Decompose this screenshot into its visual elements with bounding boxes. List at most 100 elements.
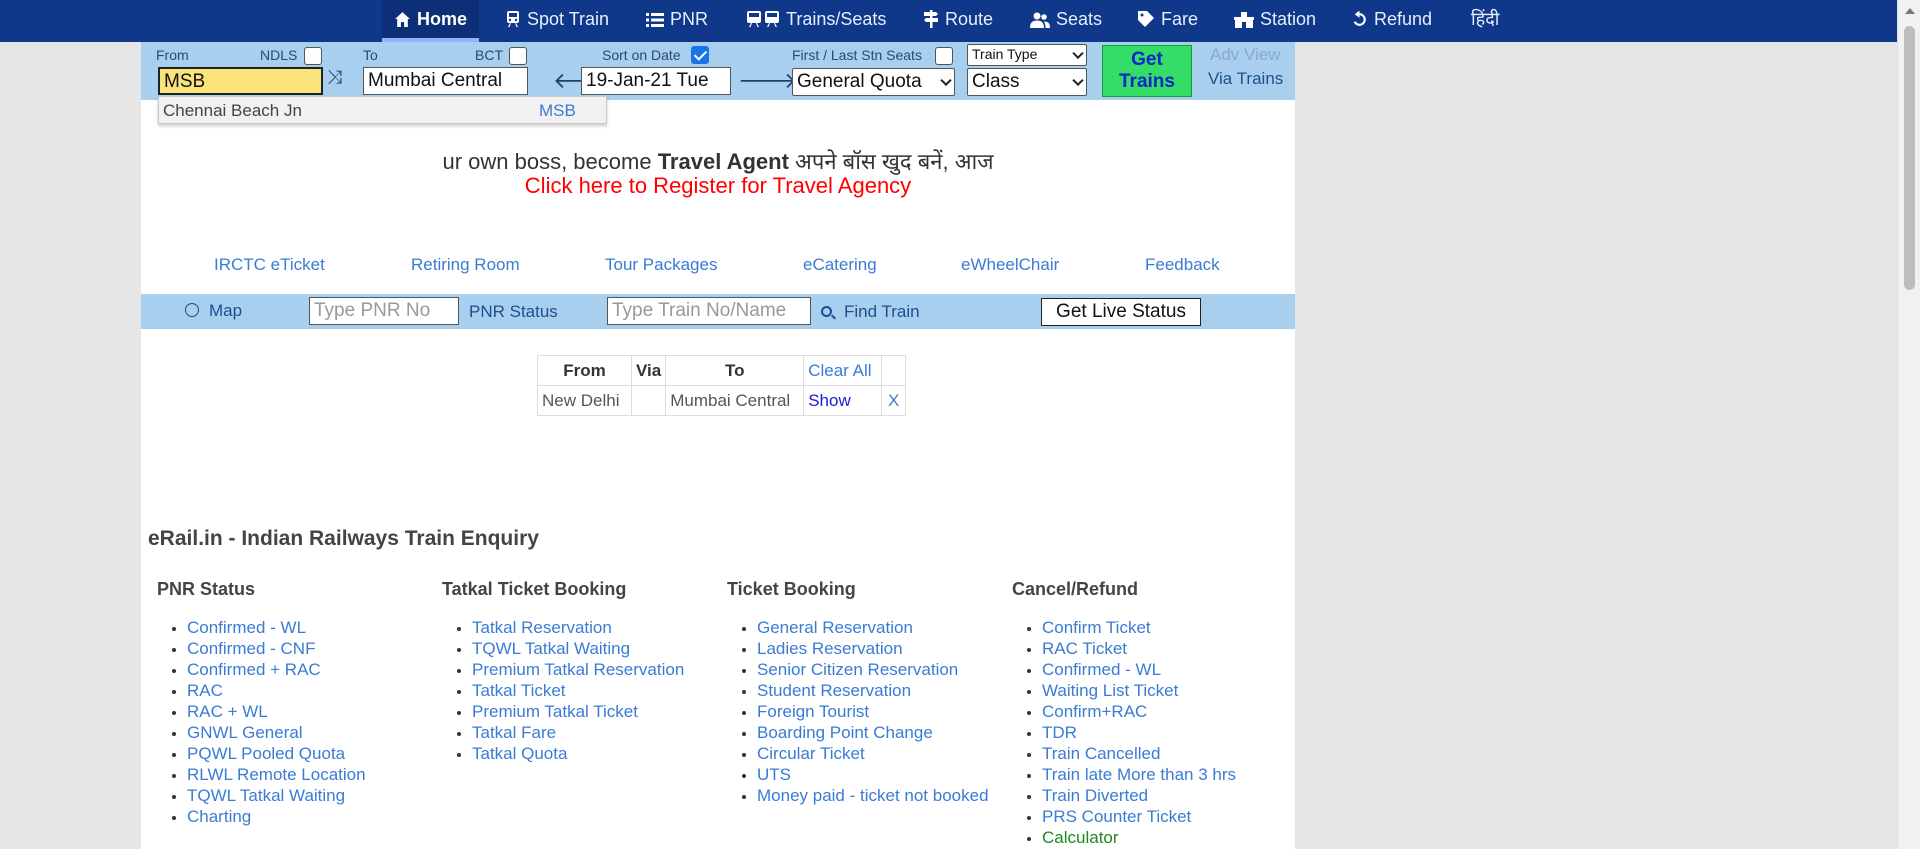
swap-stations-icon[interactable]: ⤨ bbox=[327, 67, 342, 89]
train-type-select[interactable]: Train Type bbox=[967, 44, 1087, 66]
link-tour-packages[interactable]: Tour Packages bbox=[605, 255, 717, 275]
remove-row-link[interactable]: X bbox=[881, 385, 907, 416]
nav-spot-train[interactable]: Spot Train bbox=[505, 0, 609, 42]
row-from: New Delhi bbox=[537, 385, 632, 416]
via-trains-link[interactable]: Via Trains bbox=[1208, 69, 1283, 89]
to-label: To bbox=[363, 47, 378, 63]
nav-hindi[interactable]: हिंदी bbox=[1471, 0, 1499, 42]
list-item[interactable]: Premium Tatkal Reservation bbox=[472, 659, 711, 680]
list-item[interactable]: RAC bbox=[187, 680, 426, 701]
list-item[interactable]: RAC Ticket bbox=[1042, 638, 1281, 659]
map-link[interactable]: Map bbox=[185, 301, 242, 321]
quota-select[interactable]: General Quota bbox=[792, 68, 955, 96]
from-label: From bbox=[156, 47, 189, 63]
list-item[interactable]: GNWL General bbox=[187, 722, 426, 743]
list-item[interactable]: Tatkal Reservation bbox=[472, 617, 711, 638]
next-date-arrow-icon[interactable]: 🡒 bbox=[738, 68, 797, 94]
list-item[interactable]: Confirm+RAC bbox=[1042, 701, 1281, 722]
list-item[interactable]: Tatkal Ticket bbox=[472, 680, 711, 701]
list-item[interactable]: RAC + WL bbox=[187, 701, 426, 722]
nav-seats[interactable]: Seats bbox=[1030, 0, 1102, 42]
page-scrollbar[interactable] bbox=[1897, 0, 1920, 849]
pnr-input[interactable]: Type PNR No bbox=[309, 297, 459, 325]
list-item[interactable]: TDR bbox=[1042, 722, 1281, 743]
link-irctc-eticket[interactable]: IRCTC eTicket bbox=[214, 255, 325, 275]
nav-trains-seats[interactable]: Trains/Seats bbox=[746, 0, 886, 42]
link-ecatering[interactable]: eCatering bbox=[803, 255, 877, 275]
main-page: From NDLS To BCT Sort on Date First / La… bbox=[141, 42, 1295, 849]
list-item[interactable]: Tatkal Quota bbox=[472, 743, 711, 764]
pnr-placeholder: Type PNR No bbox=[314, 300, 431, 321]
nav-fare-label: Fare bbox=[1161, 9, 1199, 29]
first-last-seats-checkbox[interactable] bbox=[935, 47, 953, 65]
search-icon bbox=[821, 306, 836, 320]
list-item[interactable]: Circular Ticket bbox=[757, 743, 996, 764]
sort-on-date-checkbox[interactable] bbox=[691, 46, 709, 64]
list-item[interactable]: Premium Tatkal Ticket bbox=[472, 701, 711, 722]
list-item[interactable]: Train Diverted bbox=[1042, 785, 1281, 806]
nav-refund[interactable]: Refund bbox=[1351, 0, 1432, 42]
chevron-down-icon bbox=[1072, 47, 1084, 60]
station-autocomplete[interactable]: Chennai Beach Jn MSB bbox=[158, 96, 607, 124]
list-item[interactable]: TQWL Tatkal Waiting bbox=[472, 638, 711, 659]
nav-route[interactable]: Route bbox=[923, 0, 993, 42]
get-live-status-button[interactable]: Get Live Status bbox=[1041, 298, 1201, 326]
list-item[interactable]: Senior Citizen Reservation bbox=[757, 659, 996, 680]
banner-prefix: ur own boss, become bbox=[442, 149, 658, 174]
scroll-thumb[interactable] bbox=[1904, 26, 1915, 290]
clear-all-link[interactable]: Clear All bbox=[803, 355, 883, 386]
list-item[interactable]: Confirm Ticket bbox=[1042, 617, 1281, 638]
nav-pnr[interactable]: PNR bbox=[646, 0, 708, 42]
link-feedback[interactable]: Feedback bbox=[1145, 255, 1220, 275]
calculator-link[interactable]: Calculator bbox=[1042, 827, 1281, 848]
find-train-button[interactable]: Find Train bbox=[821, 302, 920, 322]
list-item[interactable]: General Reservation bbox=[757, 617, 996, 638]
get-trains-label: Get Trains bbox=[1119, 49, 1175, 92]
class-select[interactable]: Class bbox=[967, 68, 1087, 96]
column-ticket-booking: Ticket Booking General Reservation Ladie… bbox=[711, 579, 996, 806]
list-item[interactable]: Ladies Reservation bbox=[757, 638, 996, 659]
list-item[interactable]: Student Reservation bbox=[757, 680, 996, 701]
autocomplete-station-code: MSB bbox=[539, 101, 576, 120]
show-link[interactable]: Show bbox=[803, 385, 883, 416]
nav-spot-train-label: Spot Train bbox=[527, 9, 610, 29]
link-ewheelchair[interactable]: eWheelChair bbox=[961, 255, 1059, 275]
list-item[interactable]: Waiting List Ticket bbox=[1042, 680, 1281, 701]
list-item[interactable]: Confirmed + RAC bbox=[187, 659, 426, 680]
list-item[interactable]: PRS Counter Ticket bbox=[1042, 806, 1281, 827]
list-item[interactable]: Boarding Point Change bbox=[757, 722, 996, 743]
list-item[interactable]: Train late More than 3 hrs bbox=[1042, 764, 1281, 785]
list-item[interactable]: Confirmed - CNF bbox=[187, 638, 426, 659]
chevron-down-icon bbox=[940, 74, 952, 87]
list-item[interactable]: Charting bbox=[187, 806, 426, 827]
list-item[interactable]: UTS bbox=[757, 764, 996, 785]
users-icon bbox=[1030, 9, 1056, 29]
link-retiring-room[interactable]: Retiring Room bbox=[411, 255, 520, 275]
list-item[interactable]: Confirmed - WL bbox=[1042, 659, 1281, 680]
list-item[interactable]: Confirmed - WL bbox=[187, 617, 426, 638]
train-search-input[interactable]: Type Train No/Name bbox=[607, 297, 811, 325]
nav-station[interactable]: Station bbox=[1234, 0, 1316, 42]
scroll-up-icon[interactable] bbox=[1905, 8, 1915, 14]
get-trains-button[interactable]: Get Trains bbox=[1102, 45, 1192, 97]
list-item[interactable]: TQWL Tatkal Waiting bbox=[187, 785, 426, 806]
ndls-label: NDLS bbox=[260, 47, 298, 63]
nav-home[interactable]: Home bbox=[382, 0, 480, 42]
journey-date-value: 19-Jan-21 Tue bbox=[586, 70, 709, 91]
from-station-input[interactable]: MSB bbox=[158, 67, 323, 95]
list-item[interactable]: Money paid - ticket not booked bbox=[757, 785, 996, 806]
list-item[interactable]: PQWL Pooled Quota bbox=[187, 743, 426, 764]
ndls-checkbox[interactable] bbox=[304, 47, 322, 65]
nav-fare[interactable]: Fare bbox=[1137, 0, 1198, 42]
recent-searches-table: From Via To Clear All New Delhi Mumbai C… bbox=[537, 355, 907, 416]
bct-checkbox[interactable] bbox=[509, 47, 527, 65]
list-item[interactable]: RLWL Remote Location bbox=[187, 764, 426, 785]
register-travel-agency-link[interactable]: Click here to Register for Travel Agency bbox=[141, 173, 1295, 199]
pnr-status-button[interactable]: PNR Status bbox=[469, 302, 558, 322]
list-item[interactable]: Tatkal Fare bbox=[472, 722, 711, 743]
adv-view-link[interactable]: Adv View bbox=[1210, 45, 1281, 65]
to-station-input[interactable]: Mumbai Central bbox=[363, 67, 528, 95]
journey-date-input[interactable]: 19-Jan-21 Tue bbox=[581, 67, 731, 95]
list-item[interactable]: Foreign Tourist bbox=[757, 701, 996, 722]
list-item[interactable]: Train Cancelled bbox=[1042, 743, 1281, 764]
